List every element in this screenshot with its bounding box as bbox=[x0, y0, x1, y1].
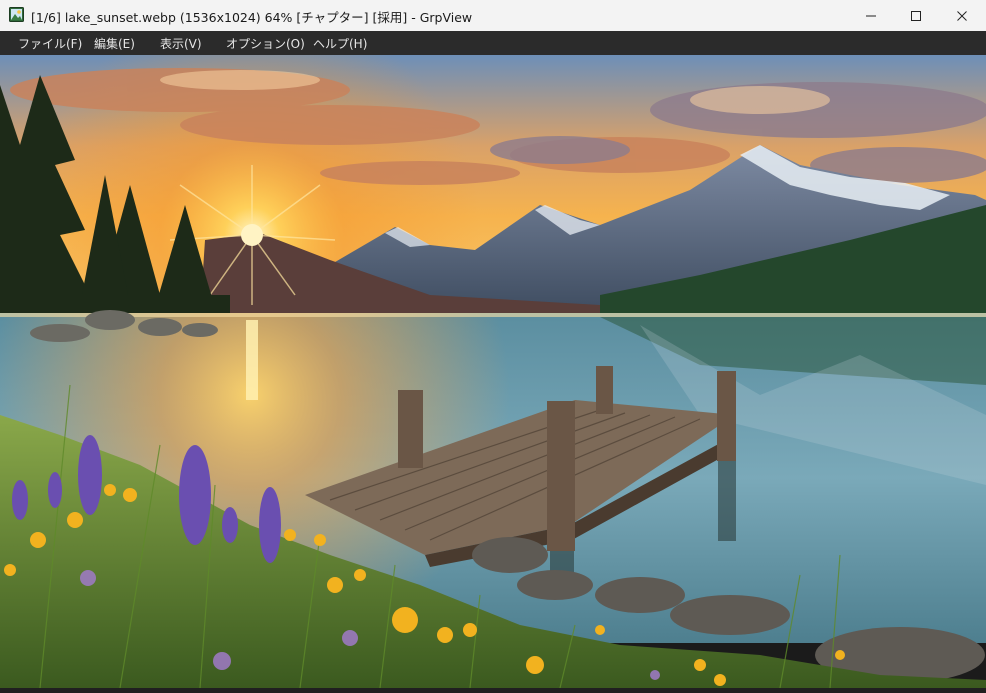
menu-view[interactable]: 表示(V) bbox=[160, 35, 202, 52]
title-bar[interactable]: [1/6] lake_sunset.webp (1536x1024) 64% [… bbox=[0, 0, 986, 31]
menu-bar: ファイル(F) 編集(E) 表示(V) オプション(O) ヘルプ(H) bbox=[0, 31, 986, 55]
status-strip bbox=[0, 688, 986, 693]
app-icon bbox=[9, 7, 24, 22]
menu-help[interactable]: ヘルプ(H) bbox=[313, 35, 367, 52]
menu-file[interactable]: ファイル(F) bbox=[18, 35, 82, 52]
minimize-icon bbox=[866, 15, 876, 16]
close-icon bbox=[957, 10, 967, 21]
image-viewport[interactable] bbox=[0, 55, 986, 688]
minimize-button[interactable] bbox=[848, 0, 894, 31]
maximize-button[interactable] bbox=[893, 0, 939, 31]
close-button[interactable] bbox=[939, 0, 985, 31]
menu-edit[interactable]: 編集(E) bbox=[94, 35, 135, 52]
displayed-image bbox=[0, 55, 986, 688]
maximize-icon bbox=[911, 10, 921, 21]
window-title: [1/6] lake_sunset.webp (1536x1024) 64% [… bbox=[31, 10, 473, 25]
menu-options[interactable]: オプション(O) bbox=[226, 35, 305, 52]
